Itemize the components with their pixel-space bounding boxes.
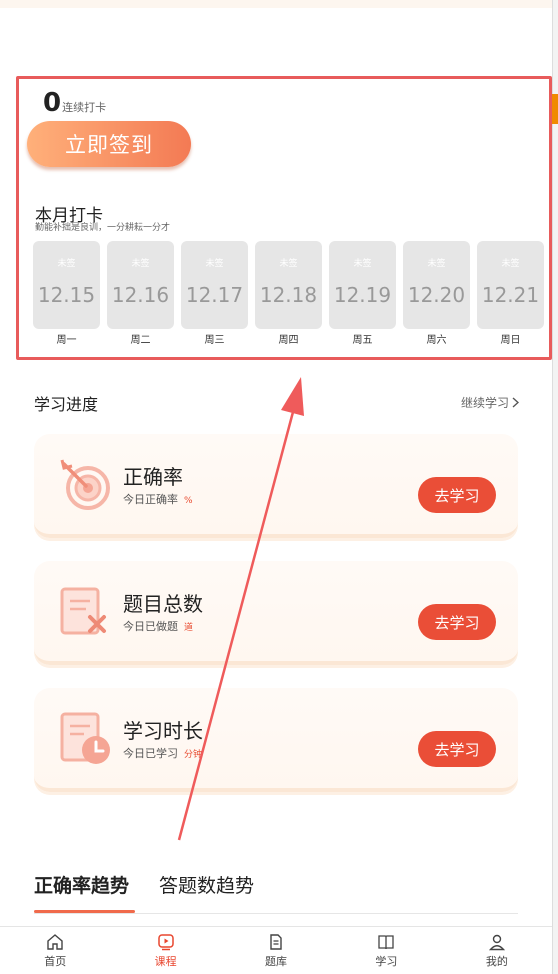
day-date: 12.18 xyxy=(259,283,318,307)
trend-tabs: 正确率趋势 答题数趋势 xyxy=(34,871,254,898)
card-unit: 道 xyxy=(184,623,194,633)
day-date: 12.20 xyxy=(407,283,466,307)
day-item[interactable]: 未签 12.18 周四 xyxy=(255,241,322,346)
day-item[interactable]: 未签 12.21 周日 xyxy=(477,241,544,346)
profile-icon xyxy=(488,934,505,950)
day-item[interactable]: 未签 12.19 周五 xyxy=(329,241,396,346)
day-list: 未签 12.15 周一 未签 12.16 周二 未签 12.17 周三 未签 12.18 周四 … xyxy=(33,241,544,346)
nav-item-home[interactable]: 首页 xyxy=(0,927,110,974)
course-icon xyxy=(157,933,174,950)
day-date: 12.15 xyxy=(37,283,96,307)
target-icon xyxy=(60,459,110,510)
day-status: 未签 xyxy=(501,259,520,269)
day-status: 未签 xyxy=(353,259,372,269)
day-date: 12.16 xyxy=(111,283,170,307)
side-tab[interactable] xyxy=(552,94,558,124)
card-subtitle: 今日已做题道 xyxy=(123,620,194,633)
card-title: 题目总数 xyxy=(123,592,203,616)
day-status: 未签 xyxy=(205,259,224,269)
card-subtitle: 今日已学习 分钟 xyxy=(123,747,203,760)
accuracy-card: 正确率 今日正确率% 去学习 xyxy=(34,434,518,538)
bottom-nav: 首页 课程 题库 学习 我的 xyxy=(0,926,552,974)
day-weekday: 周五 xyxy=(352,335,373,346)
day-date: 12.17 xyxy=(185,283,244,307)
day-weekday: 周一 xyxy=(56,335,77,346)
card-unit: 分钟 xyxy=(184,750,203,760)
checkin-card: 0 连续打卡 立即签到 本月打卡 勤能补拙是良训，一分耕耘一分才 未签 12.15… xyxy=(16,76,552,360)
go-study-button[interactable]: 去学习 xyxy=(418,477,496,513)
card-subtitle: 今日正确率% xyxy=(123,493,193,506)
day-weekday: 周四 xyxy=(278,335,299,346)
day-status: 未签 xyxy=(57,259,76,269)
day-status: 未签 xyxy=(279,259,298,269)
nav-label: 题库 xyxy=(265,954,288,968)
day-status: 未签 xyxy=(427,259,446,269)
progress-title: 学习进度 xyxy=(34,395,99,414)
question-bank-icon xyxy=(270,933,282,950)
book-icon xyxy=(378,934,395,949)
signin-button[interactable]: 立即签到 xyxy=(27,121,191,167)
nav-item-profile[interactable]: 我的 xyxy=(442,927,552,974)
tab-answer-count-trend[interactable]: 答题数趋势 xyxy=(159,871,254,898)
continue-study-link[interactable]: 继续学习 xyxy=(461,394,520,411)
day-weekday: 周三 xyxy=(204,335,225,346)
question-count-card: 题目总数 今日已做题道 去学习 xyxy=(34,561,518,665)
day-date: 12.19 xyxy=(333,283,392,307)
wrong-questions-icon xyxy=(60,587,106,635)
nav-label: 我的 xyxy=(485,954,508,968)
card-title: 正确率 xyxy=(123,465,183,489)
streak-label: 连续打卡 xyxy=(62,101,107,114)
month-checkin-subtitle: 勤能补拙是良训，一分耕耘一分才 xyxy=(35,223,171,233)
continue-study-label: 继续学习 xyxy=(461,396,510,410)
nav-item-course[interactable]: 课程 xyxy=(110,927,220,974)
nav-item-study[interactable]: 学习 xyxy=(331,927,441,974)
day-weekday: 周六 xyxy=(426,335,447,346)
clock-icon xyxy=(60,712,110,764)
card-unit: % xyxy=(184,496,193,506)
card-title: 学习时长 xyxy=(123,719,203,743)
study-time-card: 学习时长 今日已学习 分钟 去学习 xyxy=(34,688,518,792)
streak-counter: 0 连续打卡 xyxy=(43,88,106,118)
home-icon xyxy=(47,933,63,950)
divider xyxy=(34,913,518,914)
day-item[interactable]: 未签 12.17 周三 xyxy=(181,241,248,346)
day-date: 12.21 xyxy=(481,283,540,307)
day-item[interactable]: 未签 12.20 周六 xyxy=(403,241,470,346)
nav-label: 首页 xyxy=(44,954,67,968)
go-study-button[interactable]: 去学习 xyxy=(418,731,496,767)
nav-item-question-bank[interactable]: 题库 xyxy=(221,927,331,974)
tab-accuracy-trend[interactable]: 正确率趋势 xyxy=(34,871,129,898)
nav-label: 课程 xyxy=(154,954,177,968)
day-item[interactable]: 未签 12.16 周二 xyxy=(107,241,174,346)
go-study-button[interactable]: 去学习 xyxy=(418,604,496,640)
streak-count: 0 xyxy=(43,88,62,118)
day-weekday: 周日 xyxy=(500,335,521,346)
chevron-right-icon xyxy=(512,397,520,408)
nav-label: 学习 xyxy=(375,954,398,968)
day-weekday: 周二 xyxy=(130,335,151,346)
day-status: 未签 xyxy=(131,259,150,269)
top-strip xyxy=(0,0,558,8)
scrollbar[interactable] xyxy=(552,0,558,974)
day-item[interactable]: 未签 12.15 周一 xyxy=(33,241,100,346)
